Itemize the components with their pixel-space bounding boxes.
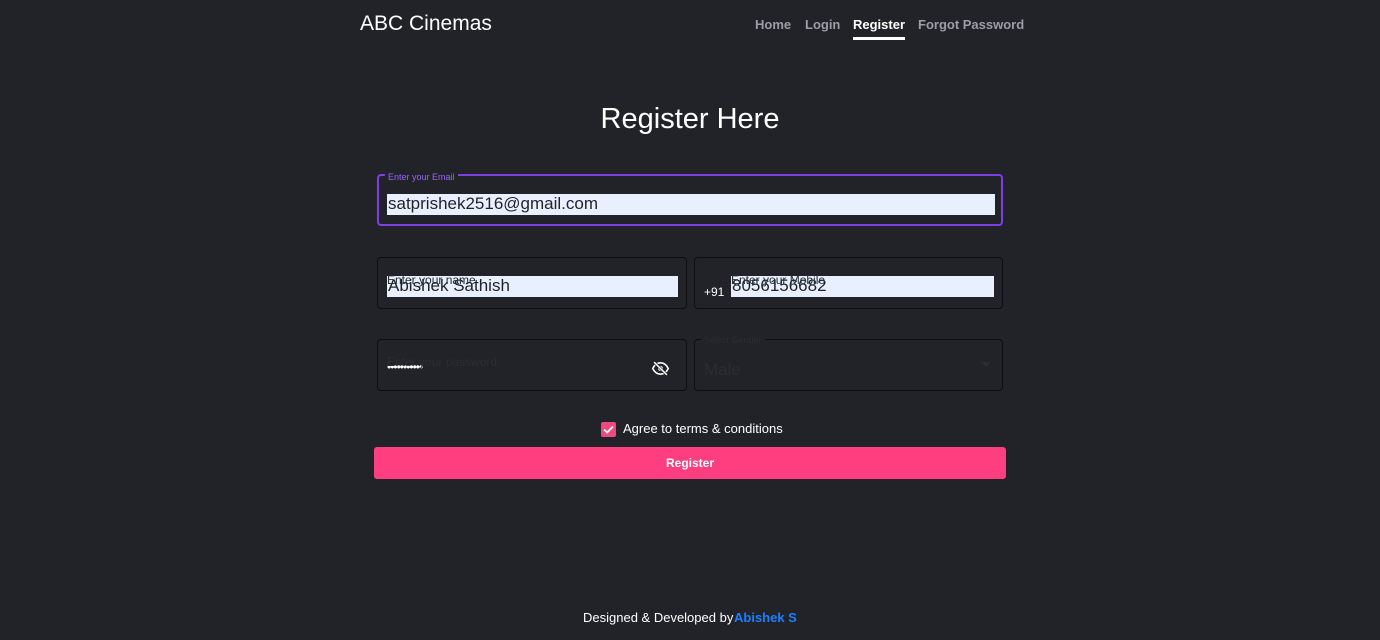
active-tab-underline [853,37,906,40]
page-title: Register Here [600,103,780,135]
footer-author-link[interactable]: Abishek S [734,610,797,625]
email-input[interactable]: satprishek2516@gmail.com [387,194,995,215]
nav-login[interactable]: Login [805,17,840,32]
eye-off-icon[interactable] [651,360,670,382]
nav-home[interactable]: Home [755,17,791,32]
nav-register[interactable]: Register [853,17,906,40]
mobile-field[interactable]: +91 8056156682 Enter your Mobile [694,257,1003,309]
mobile-field-label: Enter your Mobile [731,273,826,287]
gender-select-value: Male [704,360,741,379]
password-field[interactable]: ••••••••••• Enter your password [377,339,687,391]
nav-register-label: Register [853,17,906,32]
nav-forgot-password[interactable]: Forgot Password [918,17,1024,32]
password-field-label: Enter your password [387,355,498,369]
agree-label[interactable]: Agree to terms & conditions [623,421,783,436]
agree-checkbox[interactable] [601,422,616,437]
footer-text: Designed & Developed by [583,610,734,625]
email-field[interactable]: Enter your Email satprishek2516@gmail.co… [377,172,1003,226]
country-code-prefix: +91 [704,285,725,299]
email-field-label: Enter your Email [385,172,458,182]
name-field[interactable]: Abishek Sathish Enter your name [377,257,687,309]
brand-logo[interactable]: ABC Cinemas [360,12,492,36]
navbar: ABC Cinemas Home Login Register Forgot P… [0,0,1380,50]
name-field-label: Enter your name [387,273,476,287]
check-icon [603,425,614,434]
gender-select[interactable]: Select Gender Male [694,335,1003,391]
gender-select-label: Select Gender [701,335,765,345]
caret-down-icon[interactable] [981,362,991,367]
register-button[interactable]: Register [374,447,1006,479]
